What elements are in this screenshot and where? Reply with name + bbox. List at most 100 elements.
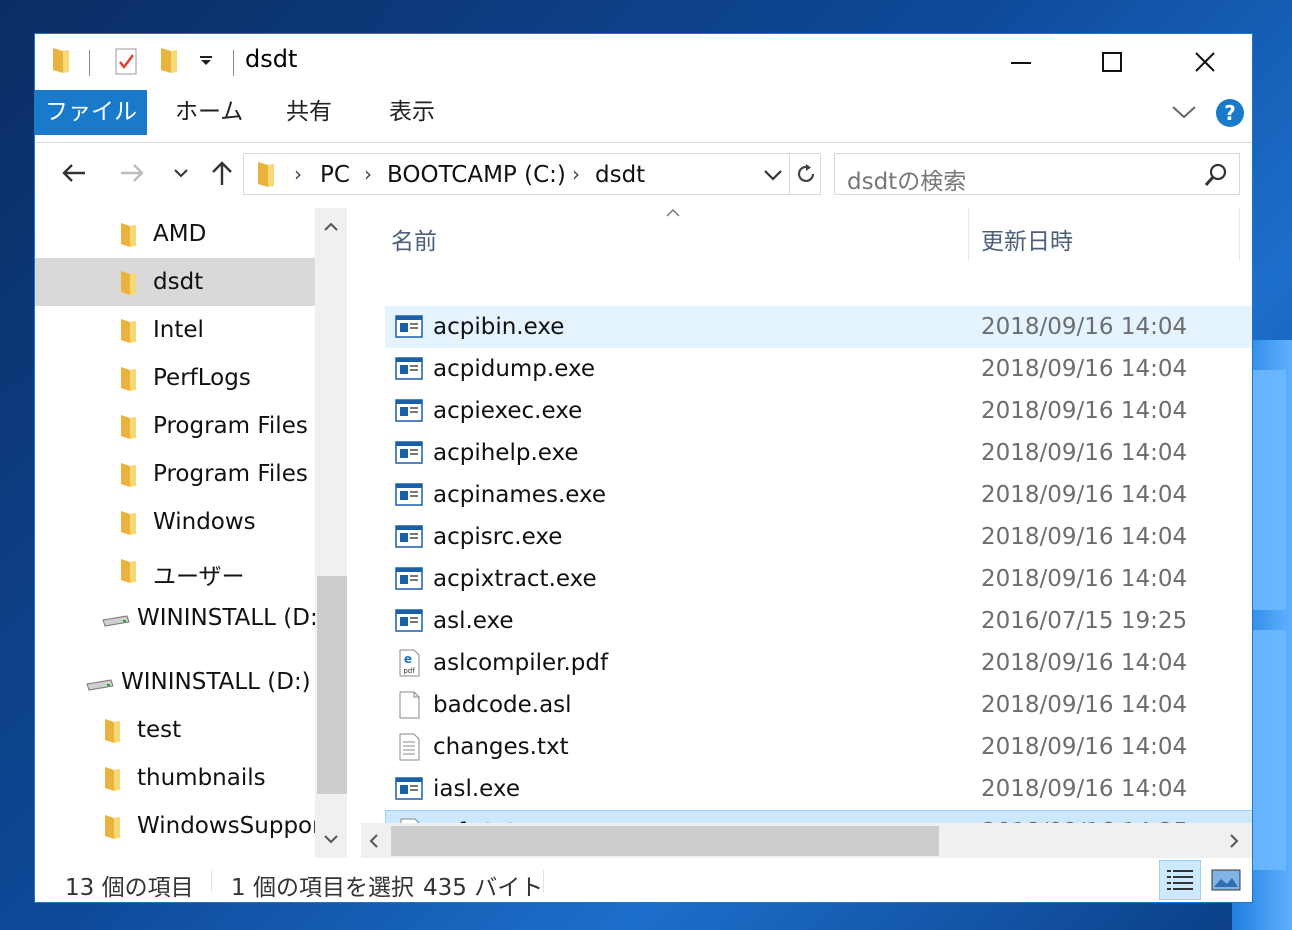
address-divider (789, 154, 790, 194)
file-row[interactable]: badcode.asl 2018/09/16 14:04 (385, 684, 1252, 726)
tree-item-label: dsdt (153, 269, 204, 295)
list-horizontal-scrollbar[interactable] (361, 823, 1252, 858)
scroll-down-icon[interactable] (323, 834, 339, 844)
tree-item-dsdt[interactable]: dsdt (35, 258, 315, 306)
tree-item-label: ユーザー (153, 564, 245, 590)
tree-item-thumbnails[interactable]: thumbnails (35, 754, 315, 802)
properties-icon[interactable] (113, 46, 139, 76)
back-button[interactable] (59, 156, 89, 190)
tab-file[interactable]: ファイル (35, 90, 147, 135)
up-button[interactable] (207, 156, 237, 190)
close-button[interactable] (1159, 34, 1251, 90)
breadcrumb-separator-icon[interactable]: › (294, 162, 302, 186)
refresh-icon[interactable] (794, 162, 818, 186)
tree-item-label: WindowsSupport (137, 813, 315, 839)
back-arrow-icon (62, 164, 85, 182)
large-icons-view-button[interactable] (1205, 860, 1247, 900)
file-modified-date: 2016/07/15 19:25 (981, 608, 1188, 634)
svg-text:?: ? (1224, 101, 1236, 125)
folder-icon (121, 319, 136, 343)
search-box[interactable]: dsdtの検索 (834, 153, 1240, 195)
tree-item-intel[interactable]: Intel (35, 306, 315, 354)
file-modified-date: 2018/09/16 14:04 (981, 650, 1188, 676)
file-name: acpisrc.exe (433, 524, 563, 550)
file-list: 名前 更新日時 acpibin.exe 2018/09/16 14:04 acpid… (361, 208, 1252, 858)
breadcrumb-separator-icon[interactable]: › (572, 162, 580, 186)
address-history-icon[interactable] (764, 169, 782, 181)
tree-scrollbar-thumb[interactable] (317, 576, 347, 794)
address-bar[interactable]: › PC › BOOTCAMP (C:) › dsdt (243, 153, 821, 195)
file-row[interactable]: acpibin.exe 2018/09/16 14:04 (385, 306, 1252, 348)
tree-item-users[interactable]: ユーザー (35, 546, 315, 594)
column-divider[interactable] (1239, 208, 1240, 260)
file-name: asl.exe (433, 608, 514, 634)
tree-item-wininstall-nested[interactable]: WININSTALL (D:) (35, 594, 315, 642)
column-header-modified[interactable]: 更新日時 (981, 222, 1073, 256)
customize-toolbar-icon[interactable] (199, 56, 213, 66)
column-divider[interactable] (968, 208, 969, 260)
forward-arrow-icon (121, 164, 144, 182)
tab-share[interactable]: 共有 (268, 90, 350, 135)
forward-button[interactable] (117, 156, 147, 190)
scroll-right-icon[interactable] (1229, 833, 1239, 849)
file-name: aslcompiler.pdf (433, 650, 609, 676)
tree-item-windowssupport[interactable]: WindowsSupport (35, 802, 315, 850)
minimize-button[interactable] (975, 34, 1067, 90)
file-name: acpibin.exe (433, 314, 565, 340)
status-bar: 13 個の項目 1 個の項目を選択 435 バイト (35, 858, 1252, 902)
file-row[interactable]: asl.exe 2016/07/15 19:25 (385, 600, 1252, 642)
tree-item-windows[interactable]: Windows (35, 498, 315, 546)
file-row[interactable]: acpihelp.exe 2018/09/16 14:04 (385, 432, 1252, 474)
scroll-left-icon[interactable] (369, 833, 379, 849)
tree-item-wininstall[interactable]: WININSTALL (D:) (35, 658, 315, 706)
drive-icon (86, 679, 114, 691)
file-modified-date: 2018/09/16 14:04 (981, 524, 1188, 550)
ribbon: ファイル ホーム 共有 表示 ? (35, 90, 1252, 143)
expand-ribbon-icon[interactable] (1171, 104, 1197, 120)
file-row[interactable]: iasl.exe 2018/09/16 14:04 (385, 768, 1252, 810)
file-name: changes.txt (433, 734, 569, 760)
scroll-up-icon[interactable] (323, 222, 339, 232)
folder-icon (121, 223, 136, 247)
folder-icon (121, 415, 136, 439)
file-name: badcode.asl (433, 692, 572, 718)
tree-item-label: AMD (153, 221, 207, 247)
file-row[interactable]: acpiexec.exe 2018/09/16 14:04 (385, 390, 1252, 432)
file-row[interactable]: acpinames.exe 2018/09/16 14:04 (385, 474, 1252, 516)
folder-icon (121, 559, 136, 583)
details-view-button[interactable] (1159, 860, 1201, 900)
search-icon[interactable] (1203, 162, 1229, 188)
list-scrollbar-thumb[interactable] (391, 826, 939, 856)
tree-item-program-files[interactable]: Program Files (35, 402, 315, 450)
tree-item-test[interactable]: test (35, 706, 315, 754)
tree-item-amd[interactable]: AMD (35, 210, 315, 258)
file-modified-date: 2018/09/16 14:04 (981, 440, 1188, 466)
file-row[interactable]: acpixtract.exe 2018/09/16 14:04 (385, 558, 1252, 600)
file-row[interactable]: acpisrc.exe 2018/09/16 14:04 (385, 516, 1252, 558)
new-folder-icon[interactable] (159, 46, 179, 74)
folder-icon (121, 511, 136, 535)
file-name: acpidump.exe (433, 356, 596, 382)
tree-item-program-files-x86[interactable]: Program Files (x (35, 450, 315, 498)
file-row[interactable]: acpidump.exe 2018/09/16 14:04 (385, 348, 1252, 390)
breadcrumb-separator-icon[interactable]: › (364, 162, 372, 186)
breadcrumb-bootcamp[interactable]: BOOTCAMP (C:) (387, 162, 566, 188)
folder-icon (121, 367, 136, 391)
breadcrumb-dsdt[interactable]: dsdt (595, 162, 645, 188)
recent-locations-button[interactable] (171, 156, 191, 190)
tab-home[interactable]: ホーム (157, 90, 261, 135)
file-row[interactable]: changes.txt 2018/09/16 14:04 (385, 726, 1252, 768)
tree-item-perflogs[interactable]: PerfLogs (35, 354, 315, 402)
file-row[interactable]: e pdf aslcompiler.pdf 2018/09/16 14:04 (385, 642, 1252, 684)
help-icon[interactable]: ? (1215, 98, 1245, 128)
exe-icon (395, 355, 423, 383)
tab-view[interactable]: 表示 (371, 90, 453, 135)
text-file-icon (395, 733, 423, 761)
file-name: acpiexec.exe (433, 398, 583, 424)
breadcrumb-pc[interactable]: PC (320, 162, 350, 188)
maximize-button[interactable] (1066, 34, 1158, 90)
status-divider (543, 870, 544, 892)
tree-scrollbar[interactable] (315, 208, 347, 858)
file-modified-date: 2018/09/16 14:04 (981, 398, 1188, 424)
column-header-name[interactable]: 名前 (391, 222, 437, 256)
